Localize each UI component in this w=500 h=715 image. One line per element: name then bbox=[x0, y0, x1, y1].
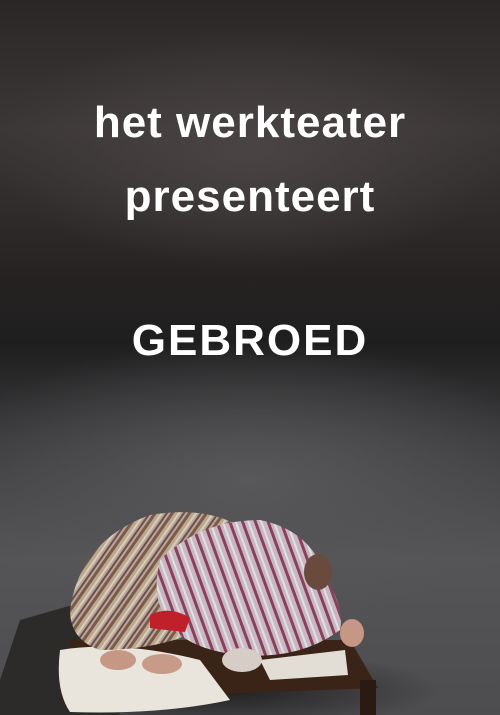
hand bbox=[340, 619, 364, 647]
headline-line-2: presenteert bbox=[124, 172, 376, 221]
head bbox=[304, 554, 332, 590]
foot-left bbox=[100, 650, 136, 670]
sock bbox=[222, 648, 262, 672]
table-leg bbox=[360, 680, 376, 715]
headline-line-1: het werkteater bbox=[93, 98, 407, 147]
foot-right bbox=[142, 654, 182, 674]
poster: het werkteater presenteert GEBROED bbox=[0, 0, 500, 715]
poster-title: GEBROED bbox=[131, 316, 369, 365]
